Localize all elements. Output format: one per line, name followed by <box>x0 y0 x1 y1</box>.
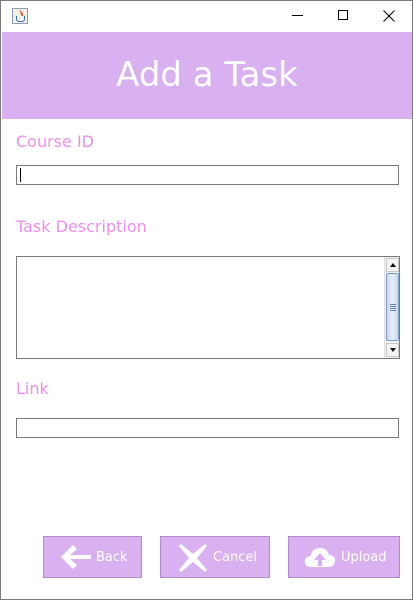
upload-button[interactable]: Upload <box>288 536 400 578</box>
scroll-down-arrow-icon[interactable] <box>386 343 399 357</box>
link-label: Link <box>16 379 49 398</box>
back-button-label: Back <box>96 550 128 565</box>
x-icon <box>179 544 207 572</box>
task-description-label: Task Description <box>16 217 147 236</box>
arrow-left-icon <box>61 545 91 569</box>
page-title: Add a Task <box>116 55 298 95</box>
task-description-area <box>16 256 400 359</box>
scrollbar-thumb[interactable] <box>386 273 399 341</box>
close-icon <box>383 10 395 22</box>
header-banner: Add a Task <box>2 32 412 119</box>
close-button[interactable] <box>366 1 412 31</box>
description-scrollbar[interactable] <box>384 257 399 358</box>
task-description-input[interactable] <box>17 257 383 358</box>
upload-button-label: Upload <box>341 550 387 565</box>
maximize-icon <box>338 10 348 20</box>
back-button[interactable]: Back <box>43 536 142 578</box>
cancel-button-label: Cancel <box>213 550 258 565</box>
minimize-button[interactable] <box>274 1 320 31</box>
add-task-window: Add a Task Course ID Task Description Li… <box>0 0 413 600</box>
cloud-upload-icon <box>304 548 336 567</box>
course-id-input[interactable] <box>16 165 399 185</box>
course-id-label: Course ID <box>16 132 94 151</box>
title-bar[interactable] <box>1 1 412 31</box>
scroll-up-arrow-icon[interactable] <box>386 258 399 272</box>
java-cup-icon <box>12 8 28 24</box>
minimize-icon <box>292 15 303 16</box>
text-caret <box>20 168 21 182</box>
link-input[interactable] <box>16 418 399 438</box>
maximize-button[interactable] <box>320 1 366 31</box>
cancel-button[interactable]: Cancel <box>160 536 270 578</box>
